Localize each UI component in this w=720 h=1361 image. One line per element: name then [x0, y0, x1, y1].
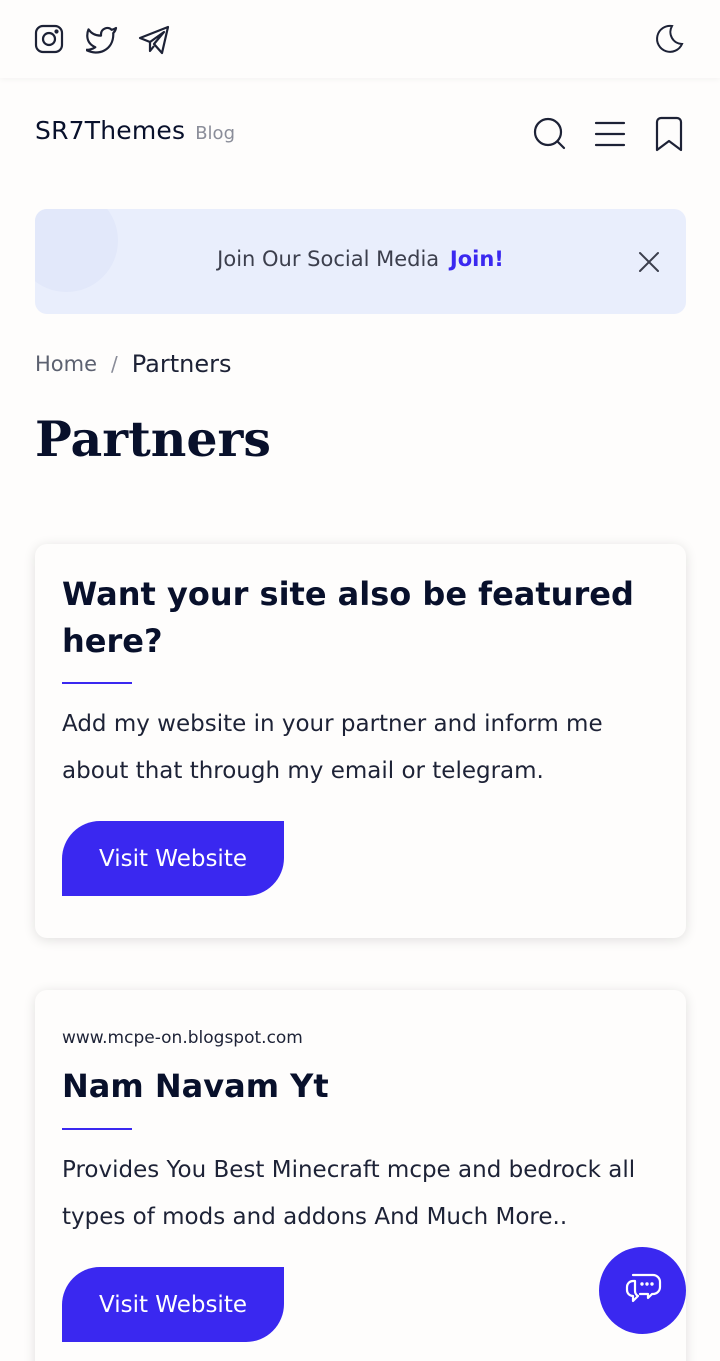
card-url[interactable]: www.mcpe-on.blogspot.com [62, 1028, 303, 1048]
close-icon[interactable] [638, 251, 660, 273]
breadcrumb-separator: / [111, 352, 118, 376]
visit-website-button[interactable]: Visit Website [62, 821, 284, 896]
visit-website-button[interactable]: Visit Website [62, 1267, 284, 1342]
brand-tag: Blog [195, 123, 235, 144]
chat-icon [623, 1270, 663, 1312]
page-title: Partners [35, 410, 271, 468]
breadcrumb: Home / Partners [35, 350, 232, 378]
card-description: Add my website in your partner and infor… [62, 711, 603, 784]
banner-join-link[interactable]: Join! [450, 247, 504, 271]
chat-button[interactable] [599, 1247, 686, 1334]
menu-icon[interactable] [594, 120, 626, 148]
card-title: Nam Navam Yt [62, 1067, 329, 1105]
card-divider [62, 682, 132, 684]
card-divider [62, 1128, 132, 1130]
partner-card: www.mcpe-on.blogspot.com Nam Navam Yt Pr… [35, 990, 686, 1361]
telegram-icon[interactable] [138, 25, 170, 55]
twitter-icon[interactable] [86, 24, 118, 54]
social-media-banner: Join Our Social Media Join! [35, 209, 686, 314]
top-bar [0, 0, 720, 78]
search-icon[interactable] [533, 117, 567, 151]
brand-name[interactable]: SR7Themes [35, 116, 185, 145]
card-title: Want your site also be featured here? [62, 575, 634, 660]
breadcrumb-home[interactable]: Home [35, 352, 97, 376]
moon-icon[interactable] [652, 23, 685, 56]
banner-text: Join Our Social Media [217, 247, 440, 271]
site-brand[interactable]: SR7Themes Blog [35, 116, 235, 145]
bookmark-icon[interactable] [654, 116, 684, 152]
card-description: Provides You Best Minecraft mcpe and bed… [62, 1157, 636, 1230]
partner-card: Want your site also be featured here? Ad… [35, 544, 686, 938]
banner-message: Join Our Social Media Join! [35, 247, 686, 271]
instagram-icon[interactable] [34, 24, 64, 54]
breadcrumb-current: Partners [131, 350, 232, 378]
